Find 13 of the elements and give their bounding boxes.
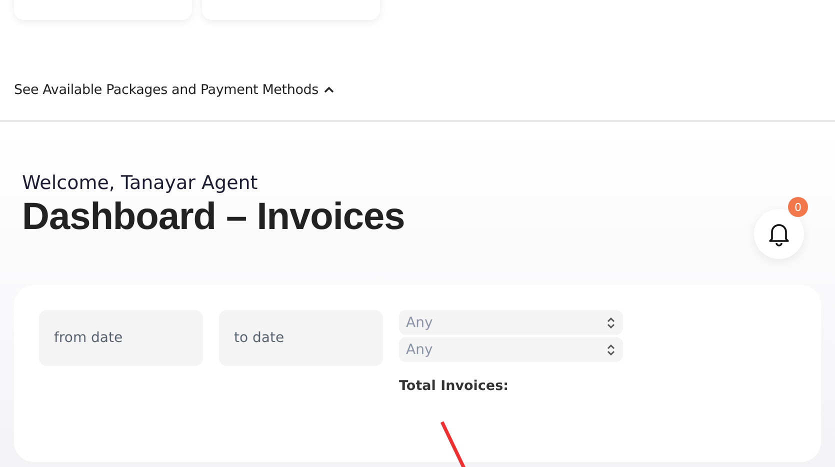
page-title: Dashboard – Invoices (22, 196, 405, 239)
select-field[interactable]: Any (399, 310, 623, 335)
annotation-line (440, 420, 466, 467)
bell-icon (767, 221, 791, 247)
from-date-field[interactable]: from date (39, 310, 203, 366)
packages-link[interactable]: See Available Packages and Payment Methods (14, 82, 334, 98)
to-date-field[interactable]: to date (219, 310, 383, 366)
notification-badge: 0 (788, 197, 808, 217)
total-invoices-label: Total Invoices: (399, 378, 510, 394)
chevron-updown-icon (606, 344, 616, 356)
welcome-text: Welcome, Tanayar Agent (22, 172, 259, 194)
chevron-updown-icon (606, 316, 616, 328)
select-field[interactable]: Any (399, 337, 623, 362)
